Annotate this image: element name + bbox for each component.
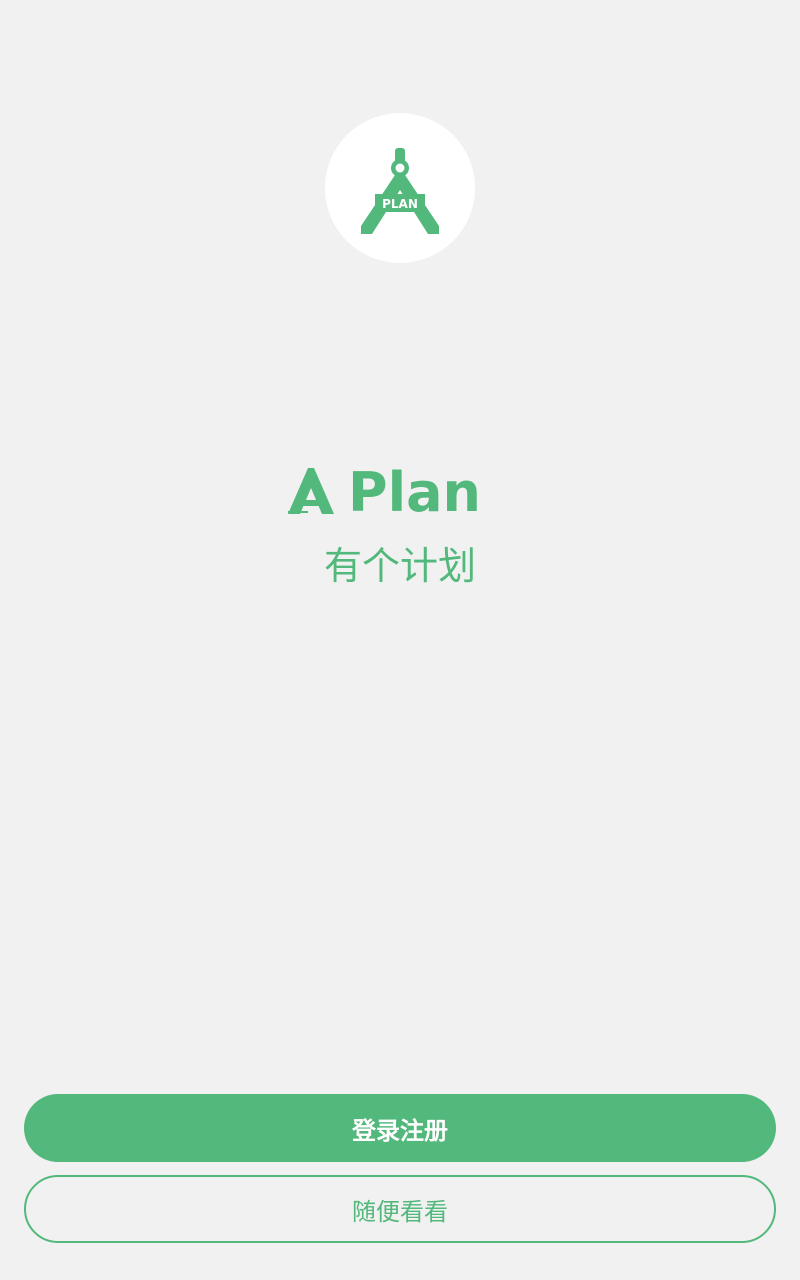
login-register-button[interactable]: 登录注册 xyxy=(24,1094,776,1162)
wordmark-text: Plan xyxy=(348,461,481,520)
app-wordmark: Plan xyxy=(288,461,481,520)
compass-icon: PLAN xyxy=(361,148,439,234)
browse-button[interactable]: 随便看看 xyxy=(24,1175,776,1243)
logo-text: PLAN xyxy=(382,197,418,211)
app-logo: PLAN xyxy=(325,113,475,263)
app-tagline: 有个计划 xyxy=(323,544,476,588)
